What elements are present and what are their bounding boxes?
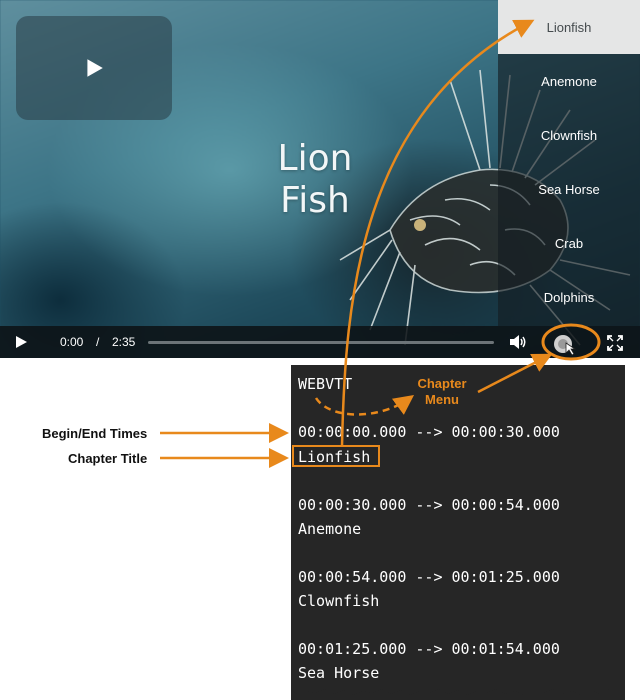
big-play-button[interactable]	[16, 16, 172, 120]
chapter-item-clownfish[interactable]: Clownfish	[498, 108, 640, 162]
begin-end-times-label: Begin/End Times	[42, 426, 148, 441]
play-icon	[87, 59, 103, 77]
cue-timing: 00:00:30.000 --> 00:00:54.000	[298, 496, 560, 514]
cue-timing: 00:00:54.000 --> 00:01:25.000	[298, 568, 560, 586]
cue-title: Clownfish	[298, 592, 380, 610]
chapters-button[interactable]	[549, 331, 579, 357]
chapter-menu-label-line1: Chapter	[417, 376, 467, 391]
chapter-title-highlight	[292, 445, 380, 467]
chapter-item-anemone[interactable]: Anemone	[498, 54, 640, 108]
chapter-menu: Lionfish Anemone Clownfish Sea Horse Cra…	[498, 0, 640, 326]
chapter-menu-label-line2: Menu	[425, 392, 459, 407]
current-time: 0:00	[60, 335, 84, 349]
webvtt-header: WEBVTT	[298, 375, 353, 393]
chapter-item-dolphins[interactable]: Dolphins	[498, 270, 640, 324]
cue-title: Anemone	[298, 520, 362, 538]
time-separator: /	[96, 335, 100, 349]
title-line-1: Lion	[277, 138, 353, 179]
cue-title: Sea Horse	[298, 664, 380, 682]
video-player[interactable]: Lion Fish Lionfish Anemone Clownfish Sea…	[0, 0, 640, 358]
torn-paper-edge	[291, 684, 625, 695]
cue-timing: 00:01:25.000 --> 00:01:54.000	[298, 640, 560, 658]
chapter-item-sea-horse[interactable]: Sea Horse	[498, 162, 640, 216]
duration: 2:35	[112, 335, 136, 349]
chapter-item-crab[interactable]: Crab	[498, 216, 640, 270]
webvtt-code-panel: WEBVTT 00:00:00.000 --> 00:00:30.000 Lio…	[291, 365, 625, 700]
chapters-icon	[554, 335, 577, 356]
video-title-overlay: Lion Fish	[240, 138, 390, 222]
control-bar: 0:00 / 2:35	[0, 326, 640, 358]
title-line-2: Fish	[280, 180, 350, 221]
progress-bar[interactable]	[148, 341, 494, 344]
volume-icon[interactable]	[508, 333, 528, 351]
chapter-menu-label: Chapter Menu	[410, 376, 474, 408]
chapter-item-lionfish[interactable]: Lionfish	[498, 0, 640, 54]
play-icon[interactable]	[14, 335, 28, 349]
chapter-title-label: Chapter Title	[68, 451, 148, 466]
fullscreen-icon[interactable]	[606, 334, 624, 352]
cue-timing: 00:00:00.000 --> 00:00:30.000	[298, 423, 560, 441]
